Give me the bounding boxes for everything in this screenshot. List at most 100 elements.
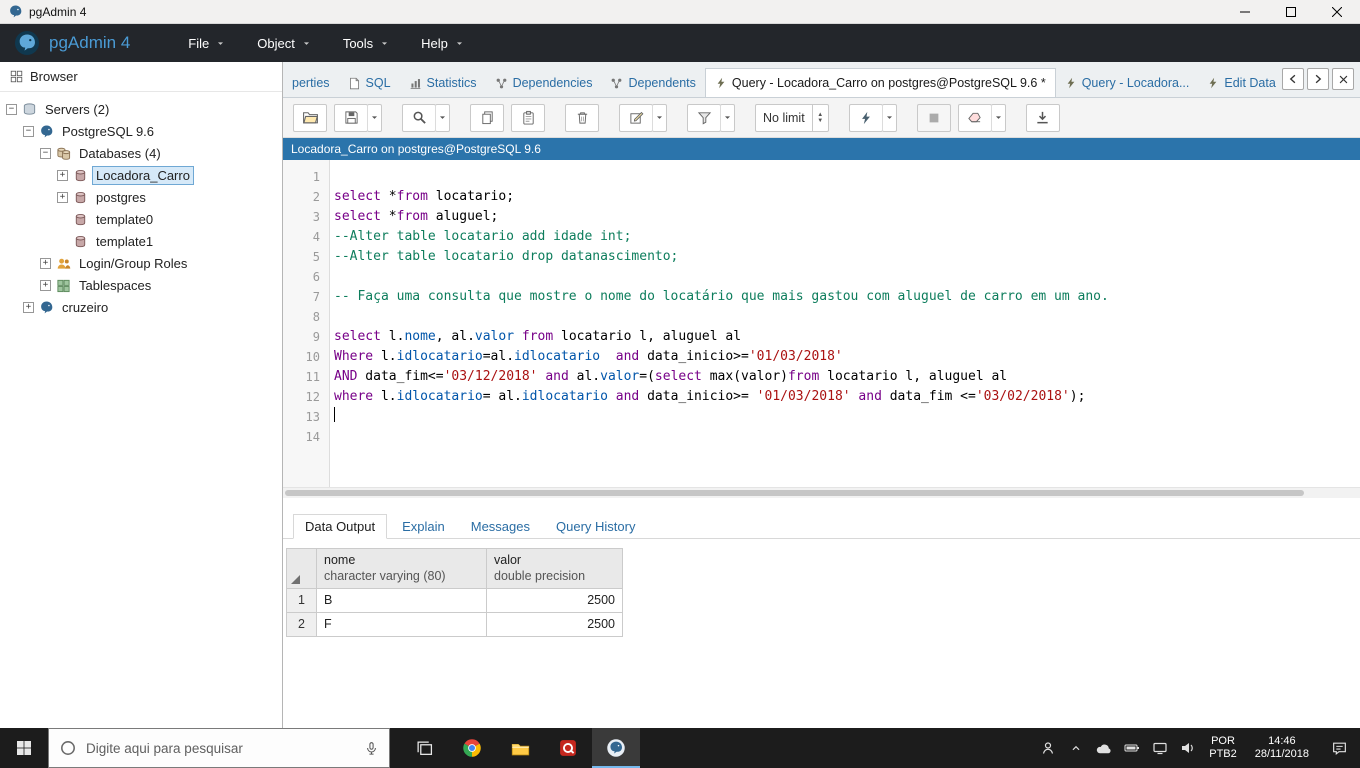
collapse-toggle[interactable]: − [6, 103, 17, 115]
row-number[interactable]: 1 [286, 587, 317, 613]
caret-icon [994, 113, 1003, 122]
panel-splitter[interactable] [283, 498, 1360, 512]
collapse-toggle[interactable]: − [40, 147, 51, 159]
start-button[interactable] [0, 728, 48, 768]
cell-valor[interactable]: 2500 [486, 587, 623, 613]
mic-icon[interactable] [364, 741, 379, 756]
tab-edit-data[interactable]: Edit Data [1198, 69, 1284, 97]
tab-properties-partial[interactable]: perties [283, 69, 339, 97]
execute-button[interactable] [848, 103, 883, 132]
column-header-nome[interactable]: nome character varying (80) [316, 548, 487, 589]
people-icon[interactable] [1039, 740, 1056, 757]
expand-toggle[interactable]: + [23, 301, 34, 313]
output-tab-messages[interactable]: Messages [460, 515, 541, 538]
download-button[interactable] [1025, 103, 1060, 132]
tab-dependents[interactable]: Dependents [601, 69, 704, 97]
minimize-button[interactable] [1222, 0, 1268, 23]
tab-dependencies[interactable]: Dependencies [486, 69, 602, 97]
tree-item-servers-2[interactable]: − Servers (2) [0, 98, 282, 120]
cell-nome[interactable]: F [316, 611, 487, 637]
clear-button-dropdown[interactable] [990, 103, 1006, 132]
action-center-button[interactable] [1318, 728, 1360, 768]
task-view-button[interactable] [400, 728, 448, 768]
column-header-valor[interactable]: valor double precision [486, 548, 623, 589]
copy-button[interactable] [470, 103, 504, 132]
pgadmin-app[interactable] [592, 728, 640, 768]
cell-nome[interactable]: B [316, 587, 487, 613]
menu-label: File [188, 35, 210, 51]
select-all-corner[interactable] [286, 548, 317, 589]
line-number: 8 [312, 310, 320, 324]
expand-toggle[interactable]: + [57, 191, 68, 203]
execute-button-dropdown[interactable] [881, 103, 897, 132]
save-button[interactable] [334, 103, 368, 132]
output-tab-explain[interactable]: Explain [391, 515, 456, 538]
cell-valor[interactable]: 2500 [486, 611, 623, 637]
stop-button[interactable] [916, 103, 951, 132]
output-tab-data-output[interactable]: Data Output [293, 514, 388, 539]
save-button-dropdown[interactable] [367, 103, 382, 132]
menu-tools[interactable]: Tools [327, 24, 405, 62]
window-titlebar: pgAdmin 4 [0, 0, 1360, 24]
tree-item-tablespaces[interactable]: + Tablespaces [0, 274, 282, 296]
find-button-dropdown[interactable] [435, 103, 450, 132]
column-type: double precision [494, 569, 586, 584]
sql-token: idlocatario [396, 349, 483, 364]
find-button[interactable] [402, 103, 436, 132]
onedrive-icon[interactable] [1095, 740, 1112, 757]
tree-item-postgresql-9-6[interactable]: − PostgreSQL 9.6 [0, 120, 282, 142]
menu-file[interactable]: File [172, 24, 241, 62]
sql-token: idlocatario [521, 389, 608, 404]
filter-button-dropdown[interactable] [720, 103, 735, 132]
maximize-button[interactable] [1268, 0, 1314, 23]
menu-help[interactable]: Help [405, 24, 480, 62]
delete-button[interactable] [565, 103, 599, 132]
tree-item-cruzeiro[interactable]: + cruzeiro [0, 296, 282, 318]
close-button[interactable] [1314, 0, 1360, 23]
file-explorer-app[interactable] [496, 728, 544, 768]
results-row: 2 F 2500 [286, 611, 623, 637]
expand-toggle[interactable]: + [40, 279, 51, 291]
tree-item-databases-4[interactable]: − Databases (4) [0, 142, 282, 164]
tree-item-locadora-carro[interactable]: + Locadora_Carro [0, 164, 282, 186]
tab-query-locadora-carro[interactable]: Query - Locadora_Carro on postgres@Postg… [704, 68, 1056, 97]
hscrollbar-thumb[interactable] [285, 490, 1304, 496]
sql-token: data_inicio>= [639, 349, 749, 364]
edit-button[interactable] [619, 103, 653, 132]
spinner-icon[interactable]: ▲ ▼ [811, 104, 828, 131]
tab-scroll-left-button[interactable] [1282, 68, 1304, 90]
menu-object[interactable]: Object [241, 24, 327, 62]
tree-item-template1[interactable]: template1 [0, 230, 282, 252]
tree-item-template0[interactable]: template0 [0, 208, 282, 230]
volume-icon[interactable] [1179, 740, 1196, 757]
clock[interactable]: 14:46 28/11/2018 [1246, 728, 1318, 768]
expand-toggle[interactable]: + [40, 257, 51, 269]
battery-icon[interactable] [1123, 740, 1140, 757]
collapse-toggle[interactable]: − [23, 125, 34, 137]
clear-button[interactable] [957, 103, 992, 132]
filter-button[interactable] [687, 103, 721, 132]
paste-button[interactable] [511, 103, 545, 132]
tab-scroll-right-button[interactable] [1307, 68, 1329, 90]
network-icon[interactable] [1151, 740, 1168, 757]
output-tab-query-history[interactable]: Query History [545, 515, 646, 538]
editor-code[interactable]: select *from locatario; select *from alug… [330, 160, 1360, 487]
tab-query-locadora-2[interactable]: Query - Locadora... [1056, 69, 1199, 97]
chrome-app[interactable] [448, 728, 496, 768]
panel-close-button[interactable] [1332, 68, 1354, 90]
expand-toggle[interactable]: + [57, 169, 68, 181]
tab-label: Dependents [628, 76, 696, 90]
acrobat-app[interactable] [544, 728, 592, 768]
language-indicator[interactable]: POR PTB2 [1200, 728, 1246, 768]
tree-item-postgres[interactable]: + postgres [0, 186, 282, 208]
taskbar-search[interactable]: Digite aqui para pesquisar [48, 728, 390, 768]
edit-button-dropdown[interactable] [652, 103, 667, 132]
hidden-icons-chevron[interactable] [1067, 740, 1084, 757]
tree-item-login-group-roles[interactable]: + Login/Group Roles [0, 252, 282, 274]
row-limit-select[interactable]: No limit ▲ ▼ [755, 103, 829, 132]
tab-sql[interactable]: SQL [339, 69, 400, 97]
row-number[interactable]: 2 [286, 611, 317, 637]
tab-statistics[interactable]: Statistics [400, 69, 486, 97]
editor-hscrollbar[interactable] [283, 487, 1360, 498]
open-file-button[interactable] [293, 103, 327, 132]
